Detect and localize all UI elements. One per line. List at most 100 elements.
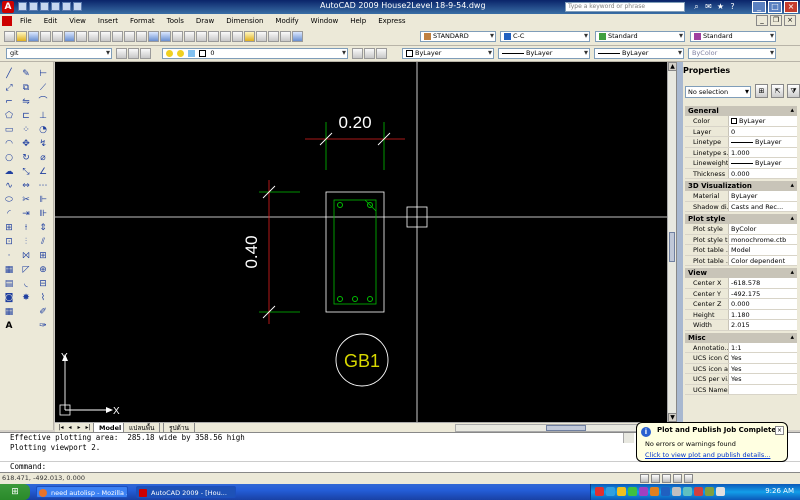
property-row[interactable]: UCS Name — [685, 384, 797, 395]
copy-icon[interactable] — [100, 31, 111, 42]
autocad-logo-icon[interactable]: A — [2, 1, 14, 13]
property-row[interactable]: Width 2.015 — [685, 320, 797, 331]
jogged-linear-icon[interactable]: ⌇ — [37, 292, 49, 304]
section-header[interactable]: Misc — [685, 332, 797, 343]
property-row[interactable]: Material ByLayer — [685, 191, 797, 202]
maximize-button[interactable]: □ — [768, 1, 782, 13]
annotation-visibility-icon[interactable] — [651, 474, 660, 483]
tool-palettes-icon[interactable] — [244, 31, 255, 42]
multiline-text-icon[interactable]: A — [3, 320, 15, 332]
erase-icon[interactable]: ✎ — [20, 68, 32, 80]
property-row[interactable]: Linetype s... 1.000 — [685, 147, 797, 158]
dim-edit-icon[interactable]: ✐ — [37, 306, 49, 318]
dim-style-dropdown[interactable]: C-C — [500, 31, 590, 42]
section-header[interactable]: 3D Visualization — [685, 180, 797, 191]
linear-dim-icon[interactable]: ⊢ — [37, 68, 49, 80]
paste-icon[interactable] — [112, 31, 123, 42]
menu-file[interactable]: File — [14, 17, 38, 25]
property-row[interactable]: Center X -618.578 — [685, 278, 797, 289]
workspace-gear-icon[interactable] — [128, 48, 139, 59]
make-block-icon[interactable]: ⊡ — [3, 236, 15, 248]
hscroll-thumb[interactable] — [546, 425, 586, 431]
match-properties-icon[interactable] — [124, 31, 135, 42]
new-icon[interactable] — [18, 2, 27, 11]
doc-minimize-button[interactable]: _ — [756, 15, 768, 26]
stretch-icon[interactable]: ⇔ — [20, 180, 32, 192]
zoom-previous-icon[interactable] — [208, 31, 219, 42]
line-icon[interactable]: ╱ — [3, 68, 15, 80]
multileader-style-dropdown[interactable]: Standard — [690, 31, 776, 42]
property-row[interactable]: Center Z 0.000 — [685, 299, 797, 310]
join-icon[interactable]: ⨝ — [20, 250, 32, 262]
menu-view[interactable]: View — [63, 17, 92, 25]
notification-details-link[interactable]: Click to view plot and publish details..… — [645, 451, 770, 459]
extend-icon[interactable]: ⇥ — [20, 208, 32, 220]
trim-icon[interactable]: ✂ — [20, 194, 32, 206]
menu-insert[interactable]: Insert — [92, 17, 124, 25]
pan-icon[interactable] — [172, 31, 183, 42]
array-icon[interactable]: ⁘ — [20, 124, 32, 136]
tray-display-icon[interactable] — [683, 487, 692, 496]
plot-complete-notification[interactable]: i Plot and Publish Job Complete × No err… — [636, 422, 788, 462]
rectangle-icon[interactable]: ▭ — [3, 124, 15, 136]
inspection-icon[interactable]: ⊟ — [37, 278, 49, 290]
undo-icon[interactable] — [62, 2, 71, 11]
undo-toolbar-icon[interactable] — [148, 31, 159, 42]
design-center-icon[interactable] — [232, 31, 243, 42]
dim-space-icon[interactable]: ⇕ — [37, 222, 49, 234]
property-row[interactable]: Thickness 0.000 — [685, 168, 797, 179]
start-button[interactable]: ⊞ — [0, 484, 30, 500]
clean-screen-icon[interactable] — [684, 474, 693, 483]
jogged-dim-icon[interactable]: ↯ — [37, 138, 49, 150]
quick-dim-icon[interactable]: ⋯ — [37, 180, 49, 192]
center-mark-icon[interactable]: ⊕ — [37, 264, 49, 276]
scale-icon[interactable]: ⤡ — [20, 166, 32, 178]
section-header[interactable]: Plot style — [685, 213, 797, 224]
property-row[interactable]: Plot style ByColor — [685, 224, 797, 235]
property-value[interactable]: 0.000 — [729, 168, 797, 178]
property-value[interactable]: 0 — [729, 126, 797, 136]
section-header[interactable]: View — [685, 267, 797, 278]
layer-dropdown[interactable]: 0 — [162, 48, 348, 59]
menu-express[interactable]: Express — [372, 17, 411, 25]
layer-states-icon[interactable] — [376, 48, 387, 59]
color-dropdown[interactable]: ByLayer — [402, 48, 494, 59]
dim-break-icon[interactable]: ⫽ — [37, 236, 49, 248]
markup-icon[interactable] — [268, 31, 279, 42]
task-firefox[interactable]: need autolisp - Mozilla ... — [36, 486, 128, 498]
tray-antivirus-icon[interactable] — [595, 487, 604, 496]
mirror-icon[interactable]: ⇋ — [20, 96, 32, 108]
qnew-icon[interactable] — [4, 31, 15, 42]
layer-manager-icon[interactable] — [140, 48, 151, 59]
explode-icon[interactable]: ✸ — [20, 292, 32, 304]
ordinate-dim-icon[interactable]: ⊥ — [37, 110, 49, 122]
tray-update-icon[interactable] — [628, 487, 637, 496]
selection-dropdown[interactable]: No selection — [685, 86, 751, 98]
property-value[interactable]: ByLayer — [729, 158, 797, 168]
tray-bluetooth-icon[interactable] — [661, 487, 670, 496]
scroll-thumb[interactable] — [669, 232, 675, 262]
doc-restore-button[interactable]: ❐ — [770, 15, 782, 26]
offset-icon[interactable]: ⊏ — [20, 110, 32, 122]
redo-icon[interactable] — [73, 2, 82, 11]
property-row[interactable]: Center Y -492.175 — [685, 288, 797, 299]
table-style-dropdown[interactable]: Standard — [595, 31, 685, 42]
property-row[interactable]: Layer 0 — [685, 126, 797, 137]
property-value[interactable] — [729, 384, 797, 394]
property-row[interactable]: Linetype ByLayer — [685, 137, 797, 148]
property-row[interactable]: Plot table ... Color dependent — [685, 255, 797, 266]
open-icon[interactable] — [29, 2, 38, 11]
select-objects-button[interactable]: ⇱ — [771, 84, 784, 98]
3d-dwf-icon[interactable] — [76, 31, 87, 42]
property-row[interactable]: Lineweight ByLayer — [685, 158, 797, 169]
property-value[interactable]: 0.000 — [729, 299, 797, 309]
property-value[interactable]: monochrome.ctb — [729, 234, 797, 244]
menu-tools[interactable]: Tools — [161, 17, 190, 25]
text-style-dropdown[interactable]: STANDARD — [420, 31, 496, 42]
property-value[interactable]: 2.015 — [729, 320, 797, 330]
last-tab-icon[interactable]: ▸| — [84, 424, 92, 432]
hatch-icon[interactable]: ▦ — [3, 264, 15, 276]
radius-dim-icon[interactable]: ◔ — [37, 124, 49, 136]
break-icon[interactable]: ⫶ — [20, 236, 32, 248]
dim-text-edit-icon[interactable]: ✑ — [37, 320, 49, 332]
